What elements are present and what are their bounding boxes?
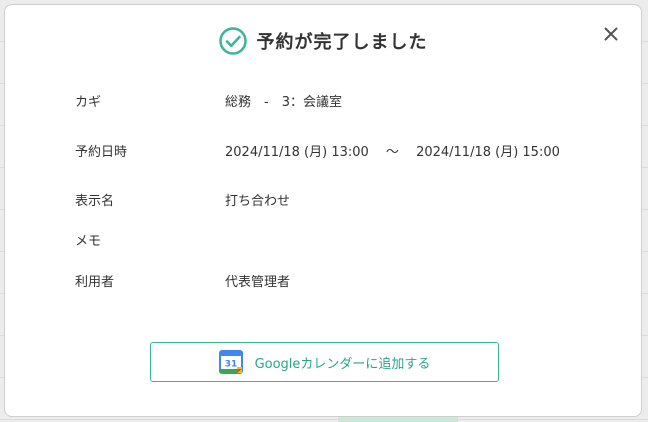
reservation-complete-dialog: 予約が完了しました カギ 総務 - 3：会議室 予約日時 2024/11/18 … bbox=[4, 4, 642, 417]
detail-label: 利用者 bbox=[75, 275, 115, 290]
detail-value: 2024/11/18 (月) 13:00 〜 2024/11/18 (月) 15… bbox=[225, 145, 560, 160]
detail-row-datetime: 予約日時 2024/11/18 (月) 13:00 〜 2024/11/18 (… bbox=[75, 141, 560, 160]
detail-row-user: 利用者 代表管理者 bbox=[75, 271, 290, 290]
detail-value: 総務 - 3：会議室 bbox=[225, 95, 342, 110]
close-button[interactable] bbox=[601, 25, 621, 45]
google-calendar-icon: 31 bbox=[218, 350, 243, 374]
detail-row-display-name: 表示名 打ち合わせ bbox=[75, 190, 290, 209]
dialog-title: 予約が完了しました bbox=[256, 32, 428, 53]
detail-label: カギ bbox=[75, 95, 102, 110]
detail-label: 予約日時 bbox=[75, 145, 128, 160]
gcal-button-label: Googleカレンダーに追加する bbox=[254, 356, 431, 372]
add-to-google-calendar-button[interactable]: 31 Googleカレンダーに追加する bbox=[150, 342, 499, 382]
detail-label: 表示名 bbox=[75, 194, 115, 209]
svg-text:31: 31 bbox=[224, 360, 237, 370]
close-icon bbox=[604, 26, 618, 45]
detail-row-memo: メモ bbox=[75, 230, 225, 249]
detail-label: メモ bbox=[75, 234, 102, 249]
detail-value: 打ち合わせ bbox=[225, 194, 291, 209]
detail-value: 代表管理者 bbox=[225, 275, 291, 290]
check-circle-icon bbox=[218, 27, 247, 55]
dialog-header: 予約が完了しました bbox=[5, 27, 641, 55]
detail-row-key: カギ 総務 - 3：会議室 bbox=[75, 91, 342, 110]
